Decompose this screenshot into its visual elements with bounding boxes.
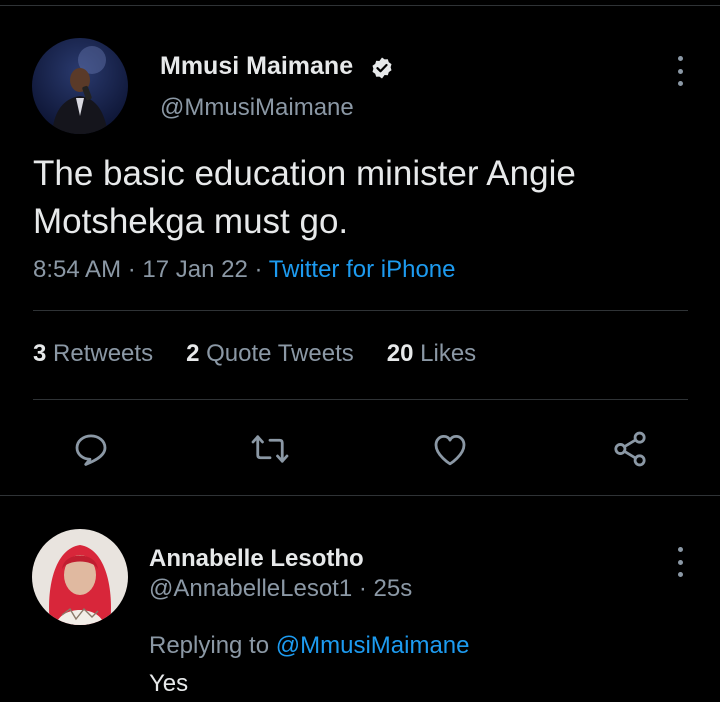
separator: · <box>127 256 136 283</box>
separator: · <box>358 575 367 602</box>
author-handle[interactable]: @MmusiMaimane <box>160 94 354 122</box>
more-options-icon[interactable] <box>675 56 685 86</box>
tweet-time[interactable]: 8:54 AM <box>33 256 121 283</box>
likes-stat[interactable]: 20 Likes <box>387 340 476 368</box>
retweets-count: 3 <box>33 340 47 367</box>
verified-badge-icon <box>372 57 392 79</box>
retweets-stat[interactable]: 3 Retweets <box>33 340 153 368</box>
reply-author-name[interactable]: Annabelle Lesotho <box>149 545 364 573</box>
tweet-meta: 8:54 AM · 17 Jan 22 · Twitter for iPhone <box>33 256 455 284</box>
likes-label: Likes <box>420 340 477 367</box>
tweet-text: The basic education minister Angie Motsh… <box>33 154 576 241</box>
tweet-stats: 3 Retweets 2 Quote Tweets 20 Likes <box>33 340 476 368</box>
replying-prefix: Replying to <box>149 632 270 659</box>
divider <box>33 310 688 311</box>
tweet-source-link[interactable]: Twitter for iPhone <box>269 256 456 283</box>
likes-count: 20 <box>386 340 414 367</box>
quotes-label: Quote Tweets <box>206 340 354 367</box>
retweet-icon[interactable] <box>249 428 291 470</box>
reply-age[interactable]: 25s <box>374 575 413 602</box>
author-name[interactable]: Mmusi Maimane <box>160 52 353 81</box>
reply-author-handle[interactable]: @AnnabelleLesot1 <box>149 575 352 602</box>
reply-author-meta: @AnnabelleLesot1 · 25s <box>149 575 412 603</box>
replying-to-mention[interactable]: @MmusiMaimane <box>276 632 470 659</box>
top-divider <box>0 5 720 6</box>
divider <box>33 399 688 400</box>
section-divider <box>0 495 720 496</box>
tweet-date[interactable]: 17 Jan 22 <box>142 256 247 283</box>
author-avatar[interactable] <box>32 38 128 134</box>
separator: · <box>254 256 263 283</box>
replying-to-line: Replying to @MmusiMaimane <box>149 632 469 660</box>
reply-icon[interactable] <box>70 428 112 470</box>
like-icon[interactable] <box>429 428 471 470</box>
reply-text: Yes <box>149 670 189 697</box>
share-icon[interactable] <box>609 428 651 470</box>
quotes-count: 2 <box>186 340 200 367</box>
reply-more-options-icon[interactable] <box>675 547 685 577</box>
retweets-label: Retweets <box>53 340 154 367</box>
quote-tweets-stat[interactable]: 2 Quote Tweets <box>186 340 354 368</box>
reply-author-avatar[interactable] <box>32 529 128 625</box>
